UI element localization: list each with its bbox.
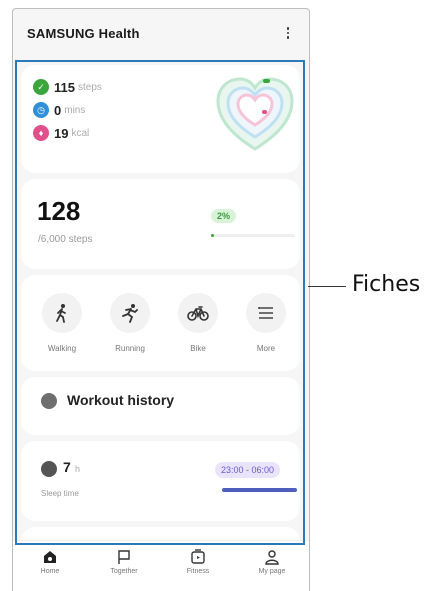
workout-label: More [256,344,276,353]
clock-icon: ◷ [33,102,49,118]
more-options-icon[interactable] [281,27,295,39]
mins-unit: mins [64,104,86,116]
workout-running[interactable]: Running [97,293,163,353]
workout-more[interactable]: More [233,293,299,353]
steps-progress-bar [211,234,295,237]
person-icon [265,550,279,565]
workout-history-card[interactable]: Workout history [21,377,300,435]
steps-goal: /6,000 steps [38,234,93,245]
workout-label: Bike [190,344,206,353]
quick-workouts-card: Walking Running Bike More [21,275,300,371]
callout-label: Fiches [352,272,421,297]
nav-label: Home [40,568,60,575]
steps-unit: steps [77,81,102,93]
activity-rings-icon [216,77,294,151]
nav-my-page[interactable]: My page [235,541,309,591]
sleep-bar [222,488,297,492]
kcal-unit: kcal [71,127,90,139]
app-title: SAMSUNG Health [27,25,140,41]
running-icon [110,293,150,333]
steps-percent-badge: 2% [211,209,237,223]
walking-icon [42,293,82,333]
workout-label: Running [115,344,145,353]
nav-home[interactable]: Home [13,541,87,591]
sleep-range-badge: 23:00 - 06:00 [215,462,281,478]
activity-card[interactable]: ✓ 115 steps ◷ 0 mins ♦ 19 kcal [21,65,300,173]
flag-icon [118,550,130,564]
workout-history-title: Workout history [67,392,175,408]
bike-icon [178,293,218,333]
sleep-value: 7 [63,459,71,475]
kcal-stat: ♦ 19 kcal [33,125,89,141]
phone-screen: SAMSUNG Health ✓ 115 steps ◷ 0 mins ♦ 19… [12,8,310,591]
steps-progress-fill [211,234,214,237]
list-icon [246,293,286,333]
sleep-label: Sleep time [41,489,79,498]
steps-icon: ✓ [33,79,49,95]
flame-icon: ♦ [33,125,49,141]
mins-stat: ◷ 0 mins [33,102,85,118]
nav-together[interactable]: Together [87,541,161,591]
mins-value: 0 [54,102,62,118]
kcal-value: 19 [54,125,69,141]
history-icon [41,393,57,409]
workout-label: Walking [47,344,77,353]
fitness-icon [191,549,205,564]
workout-bike[interactable]: Bike [165,293,231,353]
bottom-nav: Home Together Fitness My page [13,540,309,591]
nav-fitness[interactable]: Fitness [161,541,235,591]
moon-icon [41,461,57,477]
steps-card[interactable]: 128 /6,000 steps 2% [21,179,300,269]
nav-label: Fitness [186,568,210,575]
steps-stat: ✓ 115 steps [33,79,102,95]
workout-walking[interactable]: Walking [29,293,95,353]
sleep-unit: h [75,464,81,474]
sleep-card[interactable]: 7 h Sleep time 23:00 - 06:00 [21,441,300,521]
app-header: SAMSUNG Health [13,9,309,57]
nav-label: My page [258,568,286,575]
callout-line [308,286,346,287]
home-icon [44,551,56,563]
nav-label: Together [110,568,138,575]
steps-count: 128 [37,196,81,226]
steps-value: 115 [54,79,75,95]
